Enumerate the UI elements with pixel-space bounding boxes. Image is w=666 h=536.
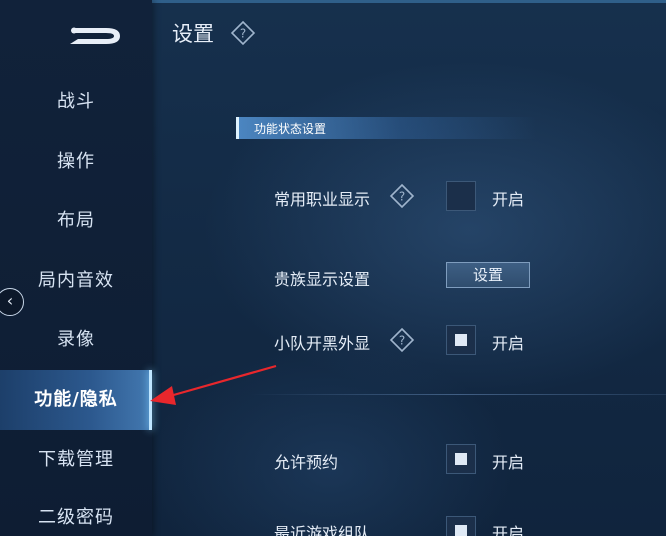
sidebar-item-replay[interactable]: 录像 bbox=[0, 312, 152, 368]
game-logo-icon bbox=[70, 27, 120, 44]
sidebar-item-function-privacy[interactable]: 功能/隐私 bbox=[0, 370, 152, 430]
allow-reservation-label: 允许预约 bbox=[274, 453, 339, 472]
chevron-left-icon: ‹ bbox=[6, 291, 14, 310]
page-title: 设置 bbox=[172, 22, 214, 46]
recent-team-state: 开启 bbox=[492, 524, 525, 536]
noble-display-label: 贵族显示设置 bbox=[274, 270, 371, 289]
common-role-display-state: 开启 bbox=[492, 190, 525, 209]
section-header-label: 功能状态设置 bbox=[254, 122, 327, 136]
squad-appearance-label: 小队开黑外显 bbox=[274, 334, 371, 353]
sidebar-item-download-manager[interactable]: 下载管理 bbox=[0, 432, 152, 488]
recent-team-checkbox[interactable] bbox=[446, 516, 476, 536]
svg-text:?: ? bbox=[240, 27, 246, 41]
svg-text:?: ? bbox=[399, 190, 405, 204]
squad-appearance-checkbox[interactable] bbox=[446, 325, 476, 355]
section-header: 功能状态设置 bbox=[236, 117, 536, 139]
allow-reservation-checkbox[interactable] bbox=[446, 444, 476, 474]
recent-team-label: 最近游戏组队 bbox=[274, 524, 371, 536]
sidebar-item-secondary-password[interactable]: 二级密码 bbox=[0, 490, 152, 536]
squad-appearance-state: 开启 bbox=[492, 334, 525, 353]
help-diamond-icon[interactable]: ? bbox=[389, 327, 415, 353]
help-diamond-icon[interactable]: ? bbox=[230, 20, 256, 46]
sidebar-item-layout[interactable]: 布局 bbox=[0, 193, 152, 249]
allow-reservation-state: 开启 bbox=[492, 453, 525, 472]
common-role-display-label: 常用职业显示 bbox=[274, 190, 371, 209]
sidebar-item-controls[interactable]: 操作 bbox=[0, 134, 152, 190]
section-divider bbox=[250, 394, 666, 395]
noble-display-settings-button[interactable]: 设置 bbox=[446, 262, 530, 288]
help-diamond-icon[interactable]: ? bbox=[389, 183, 415, 209]
common-role-display-checkbox[interactable] bbox=[446, 181, 476, 211]
sidebar-item-battle[interactable]: 战斗 bbox=[0, 74, 152, 130]
svg-text:?: ? bbox=[399, 334, 405, 348]
sidebar: 战斗 操作 布局 局内音效 录像 功能/隐私 下载管理 二级密码 bbox=[0, 0, 152, 536]
